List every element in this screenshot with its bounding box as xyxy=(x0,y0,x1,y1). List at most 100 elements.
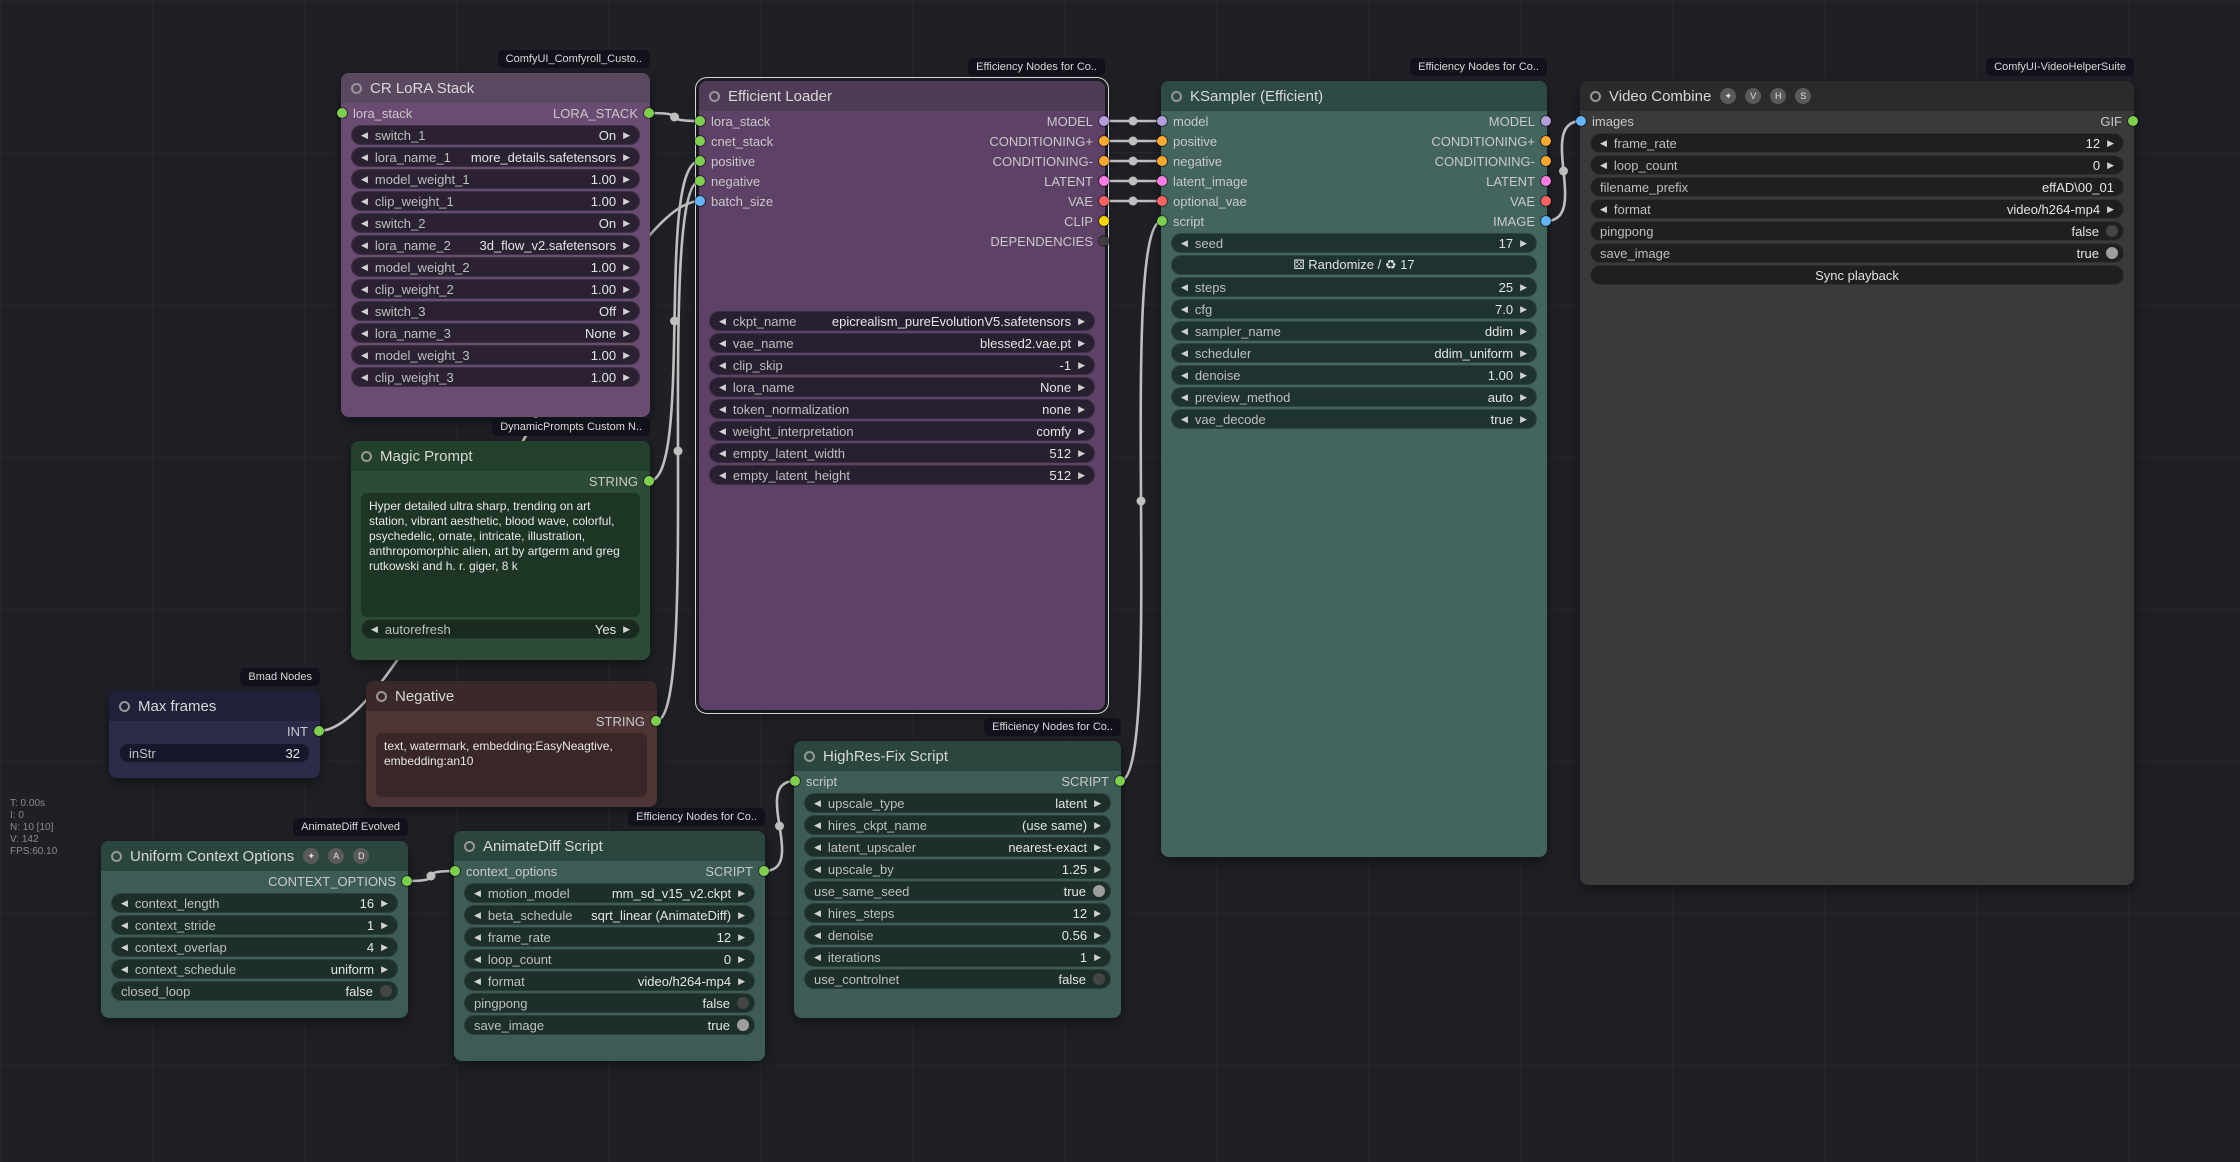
node-animatediff-script[interactable]: Efficiency Nodes for Co..AnimateDiff Scr… xyxy=(454,831,765,1061)
toggle-save-image[interactable]: save_imagetrue xyxy=(464,1015,755,1035)
increment-arrow-icon[interactable]: ▶ xyxy=(1520,415,1527,424)
toggle-use-same-seed[interactable]: use_same_seedtrue xyxy=(804,881,1111,901)
collapse-toggle-icon[interactable] xyxy=(361,451,372,462)
increment-arrow-icon[interactable]: ▶ xyxy=(623,329,630,338)
increment-arrow-icon[interactable]: ▶ xyxy=(1094,821,1101,830)
output-port-conditioning[interactable] xyxy=(1099,136,1109,146)
output-port-image[interactable] xyxy=(1541,216,1551,226)
node-efficient-loader[interactable]: Efficiency Nodes for Co..Efficient Loade… xyxy=(699,81,1105,710)
increment-arrow-icon[interactable]: ▶ xyxy=(2107,161,2114,170)
node-title-bar[interactable]: KSampler (Efficient) xyxy=(1161,81,1547,111)
widget-context-stride[interactable]: ◀context_stride1▶ xyxy=(111,915,398,935)
decrement-arrow-icon[interactable]: ◀ xyxy=(1181,283,1188,292)
collapse-toggle-icon[interactable] xyxy=(709,91,720,102)
decrement-arrow-icon[interactable]: ◀ xyxy=(1181,415,1188,424)
increment-arrow-icon[interactable]: ▶ xyxy=(1078,317,1085,326)
widget-weight-interpretation[interactable]: ◀weight_interpretationcomfy▶ xyxy=(709,421,1095,441)
collapse-toggle-icon[interactable] xyxy=(119,701,130,712)
decrement-arrow-icon[interactable]: ◀ xyxy=(361,197,368,206)
widget-token-normalization[interactable]: ◀token_normalizationnone▶ xyxy=(709,399,1095,419)
output-port-vae[interactable] xyxy=(1541,196,1551,206)
input-port-positive[interactable] xyxy=(1157,136,1167,146)
collapse-toggle-icon[interactable] xyxy=(1171,91,1182,102)
widget-hires-ckpt-name[interactable]: ◀hires_ckpt_name(use same)▶ xyxy=(804,815,1111,835)
widget-cfg[interactable]: ◀cfg7.0▶ xyxy=(1171,299,1537,319)
input-port-batch-size[interactable] xyxy=(695,196,705,206)
node-video-combine[interactable]: ComfyUI-VideoHelperSuiteVideo Combine✦VH… xyxy=(1580,81,2134,885)
increment-arrow-icon[interactable]: ▶ xyxy=(1078,383,1085,392)
widget-context-length[interactable]: ◀context_length16▶ xyxy=(111,893,398,913)
decrement-arrow-icon[interactable]: ◀ xyxy=(814,865,821,874)
toggle-save-image[interactable]: save_imagetrue xyxy=(1590,243,2124,263)
increment-arrow-icon[interactable]: ▶ xyxy=(1078,339,1085,348)
input-port-latent-image[interactable] xyxy=(1157,176,1167,186)
decrement-arrow-icon[interactable]: ◀ xyxy=(361,153,368,162)
widget-lora-name-2[interactable]: ◀lora_name_23d_flow_v2.safetensors▶ xyxy=(351,235,640,255)
widget-model-weight-1[interactable]: ◀model_weight_11.00▶ xyxy=(351,169,640,189)
toggle-knob-icon[interactable] xyxy=(380,985,392,997)
input-port-positive[interactable] xyxy=(695,156,705,166)
decrement-arrow-icon[interactable]: ◀ xyxy=(121,943,128,952)
decrement-arrow-icon[interactable]: ◀ xyxy=(361,175,368,184)
increment-arrow-icon[interactable]: ▶ xyxy=(1094,931,1101,940)
decrement-arrow-icon[interactable]: ◀ xyxy=(361,285,368,294)
increment-arrow-icon[interactable]: ▶ xyxy=(381,921,388,930)
increment-arrow-icon[interactable]: ▶ xyxy=(623,625,630,634)
collapse-toggle-icon[interactable] xyxy=(111,851,122,862)
node-title-bar[interactable]: Magic Prompt xyxy=(351,441,650,471)
increment-arrow-icon[interactable]: ▶ xyxy=(623,263,630,272)
toggle-pingpong[interactable]: pingpongfalse xyxy=(1590,221,2124,241)
output-port-conditioning[interactable] xyxy=(1541,156,1551,166)
collapse-toggle-icon[interactable] xyxy=(464,841,475,852)
decrement-arrow-icon[interactable]: ◀ xyxy=(719,449,726,458)
increment-arrow-icon[interactable]: ▶ xyxy=(1520,283,1527,292)
widget-frame-rate[interactable]: ◀frame_rate12▶ xyxy=(464,927,755,947)
widget-lora-name-1[interactable]: ◀lora_name_1more_details.safetensors▶ xyxy=(351,147,640,167)
decrement-arrow-icon[interactable]: ◀ xyxy=(814,799,821,808)
collapse-toggle-icon[interactable] xyxy=(804,751,815,762)
toggle-knob-icon[interactable] xyxy=(1093,885,1105,897)
widget-model-weight-3[interactable]: ◀model_weight_31.00▶ xyxy=(351,345,640,365)
increment-arrow-icon[interactable]: ▶ xyxy=(381,899,388,908)
decrement-arrow-icon[interactable]: ◀ xyxy=(814,909,821,918)
widget-beta-schedule[interactable]: ◀beta_schedulesqrt_linear (AnimateDiff)▶ xyxy=(464,905,755,925)
widget-ckpt-name[interactable]: ◀ckpt_nameepicrealism_pureEvolutionV5.sa… xyxy=(709,311,1095,331)
decrement-arrow-icon[interactable]: ◀ xyxy=(474,955,481,964)
output-port-vae[interactable] xyxy=(1099,196,1109,206)
increment-arrow-icon[interactable]: ▶ xyxy=(2107,139,2114,148)
widget-model-weight-2[interactable]: ◀model_weight_21.00▶ xyxy=(351,257,640,277)
decrement-arrow-icon[interactable]: ◀ xyxy=(1600,161,1607,170)
collapse-toggle-icon[interactable] xyxy=(1590,91,1601,102)
button-randomize-17[interactable]: ⚄ Randomize / ♻ 17 xyxy=(1171,255,1537,275)
node-graph-canvas[interactable]: ComfyUI_Comfyroll_Custo..CR LoRA Stacklo… xyxy=(0,0,2240,1162)
output-port-conditioning[interactable] xyxy=(1541,136,1551,146)
toggle-knob-icon[interactable] xyxy=(2106,225,2118,237)
node-title-bar[interactable]: Uniform Context Options✦AD xyxy=(101,841,408,871)
increment-arrow-icon[interactable]: ▶ xyxy=(623,175,630,184)
node-title-bar[interactable]: Negative xyxy=(366,681,657,711)
decrement-arrow-icon[interactable]: ◀ xyxy=(719,339,726,348)
increment-arrow-icon[interactable]: ▶ xyxy=(623,219,630,228)
widget-hires-steps[interactable]: ◀hires_steps12▶ xyxy=(804,903,1111,923)
node-title-bar[interactable]: HighRes-Fix Script xyxy=(794,741,1121,771)
increment-arrow-icon[interactable]: ▶ xyxy=(623,373,630,382)
node-max-frames[interactable]: Bmad NodesMax framesINTinStr32 xyxy=(109,691,320,778)
increment-arrow-icon[interactable]: ▶ xyxy=(1094,953,1101,962)
widget-format[interactable]: ◀formatvideo/h264-mp4▶ xyxy=(1590,199,2124,219)
decrement-arrow-icon[interactable]: ◀ xyxy=(361,241,368,250)
decrement-arrow-icon[interactable]: ◀ xyxy=(814,843,821,852)
input-port-lora-stack[interactable] xyxy=(695,116,705,126)
widget-autorefresh[interactable]: ◀autorefreshYes▶ xyxy=(361,619,640,639)
widget-steps[interactable]: ◀steps25▶ xyxy=(1171,277,1537,297)
increment-arrow-icon[interactable]: ▶ xyxy=(623,153,630,162)
increment-arrow-icon[interactable]: ▶ xyxy=(623,197,630,206)
widget-denoise[interactable]: ◀denoise0.56▶ xyxy=(804,925,1111,945)
node-title-bar[interactable]: Video Combine✦VHS xyxy=(1580,81,2134,111)
toggle-knob-icon[interactable] xyxy=(737,1019,749,1031)
decrement-arrow-icon[interactable]: ◀ xyxy=(1181,393,1188,402)
output-port-string[interactable] xyxy=(651,716,661,726)
increment-arrow-icon[interactable]: ▶ xyxy=(1078,405,1085,414)
decrement-arrow-icon[interactable]: ◀ xyxy=(361,307,368,316)
node-highres-fix-script[interactable]: Efficiency Nodes for Co..HighRes-Fix Scr… xyxy=(794,741,1121,1018)
node-magic-prompt[interactable]: DynamicPrompts Custom N..Magic PromptSTR… xyxy=(351,441,650,660)
